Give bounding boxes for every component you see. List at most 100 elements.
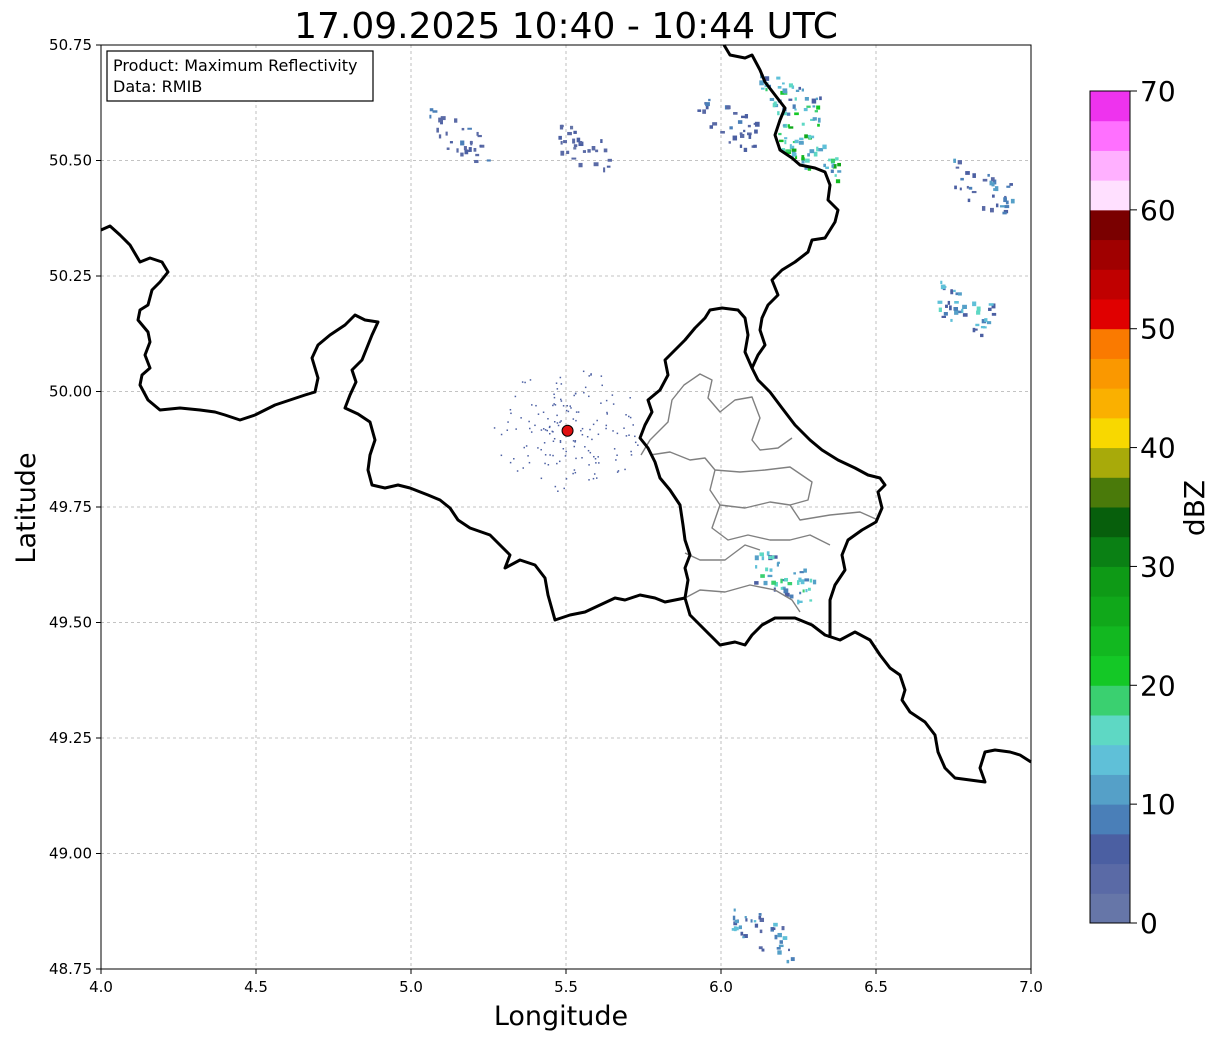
echo-pixel [791, 148, 797, 152]
echo-pixel [569, 125, 574, 130]
echo-pixel [593, 455, 595, 458]
y-tick-label: 49.00 [49, 845, 92, 863]
echo-pixel [549, 454, 551, 456]
echo-pixel [778, 132, 782, 136]
echo-pixel [982, 178, 988, 182]
echo-pixel [603, 167, 606, 173]
echo-pixel [766, 551, 770, 556]
echo-pixel [804, 134, 808, 139]
echo-pixel [574, 392, 577, 395]
echo-pixel [769, 568, 773, 572]
echo-pixel [942, 285, 947, 288]
echo-pixel [947, 300, 951, 305]
echo-pixel [556, 414, 558, 417]
echo-pixel [592, 423, 595, 426]
echo-pixel [808, 134, 812, 139]
echo-pixel [576, 137, 581, 143]
echo-pixel [593, 162, 599, 167]
colorbar-segment [1090, 150, 1130, 181]
echo-pixel [767, 574, 773, 578]
echo-pixel [794, 139, 799, 144]
echo-pixel [771, 580, 776, 585]
echo-pixel [803, 568, 807, 573]
echo-pixel [962, 304, 967, 309]
echo-pixel [574, 440, 577, 442]
echo-pixel [811, 135, 815, 139]
echo-pixel [520, 417, 522, 419]
echo-pixel [535, 404, 537, 407]
echo-pixel [805, 589, 808, 593]
echo-pixel [761, 556, 765, 561]
echo-pixel [744, 916, 747, 919]
x-tick-label: 4.0 [89, 978, 113, 996]
echo-pixel [743, 129, 746, 133]
echo-pixel [558, 135, 562, 140]
echo-pixel [798, 86, 802, 90]
echo-pixel [581, 457, 583, 459]
echo-pixel [606, 411, 608, 414]
echo-pixel [953, 307, 959, 311]
echo-pixel [702, 109, 707, 114]
echo-pixel [733, 926, 737, 932]
echo-pixel [575, 411, 578, 413]
echo-pixel [616, 454, 618, 456]
colorbar-label: dBZ [1178, 480, 1211, 536]
echo-pixel [556, 422, 559, 424]
echo-pixel [787, 582, 793, 586]
echo-pixel [548, 433, 551, 435]
echo-pixel [835, 157, 839, 161]
echo-pixel [809, 149, 815, 154]
echo-pixel [777, 932, 782, 938]
echo-pixel [782, 936, 788, 940]
colorbar-segment [1090, 596, 1130, 627]
echo-pixel [510, 412, 512, 415]
echo-pixel [830, 169, 834, 173]
x-tick-label: 6.5 [864, 978, 888, 996]
echo-pixel [799, 591, 802, 595]
colorbar-segment [1090, 417, 1130, 449]
echo-pixel [809, 578, 813, 583]
echo-pixel [776, 76, 781, 80]
echo-pixel [765, 567, 769, 572]
colorbar-segment [1090, 477, 1130, 508]
echo-pixel [625, 435, 628, 437]
echo-pixel [588, 464, 590, 466]
echo-pixel [1004, 205, 1010, 209]
echo-pixel [493, 427, 496, 429]
echo-pixel [758, 915, 762, 920]
echo-pixel [987, 173, 990, 177]
echo-pixel [959, 187, 962, 191]
echo-pixel [555, 382, 558, 384]
echo-pixel [438, 134, 442, 139]
echo-pixel [777, 86, 782, 89]
echo-pixel [990, 207, 994, 213]
echo-pixel [812, 117, 817, 121]
echo-pixel [597, 433, 600, 436]
echo-pixel [591, 146, 596, 151]
echo-pixel [742, 936, 745, 939]
echo-pixel [738, 925, 742, 930]
echo-pixel [615, 459, 617, 461]
echo-pixel [765, 88, 768, 92]
echo-pixel [595, 149, 599, 153]
echo-pixel [474, 159, 479, 164]
echo-pixel [784, 577, 789, 582]
echo-pixel [837, 162, 841, 167]
echo-pixel [802, 589, 805, 593]
echo-pixel [955, 166, 960, 169]
echo-pixel [777, 561, 780, 564]
echo-pixel [794, 108, 797, 111]
echo-pixel [796, 580, 800, 585]
echo-pixel [594, 458, 597, 460]
echo-pixel [547, 464, 550, 466]
echo-pixel [837, 170, 842, 173]
echo-pixel [597, 456, 599, 458]
echo-pixel [486, 159, 491, 162]
echo-pixel [732, 915, 736, 921]
echo-pixel [828, 158, 831, 162]
echo-pixel [750, 919, 753, 923]
echo-pixel [788, 948, 791, 952]
echo-pixel [546, 429, 549, 432]
echo-pixel [584, 386, 587, 389]
echo-pixel [560, 140, 563, 145]
